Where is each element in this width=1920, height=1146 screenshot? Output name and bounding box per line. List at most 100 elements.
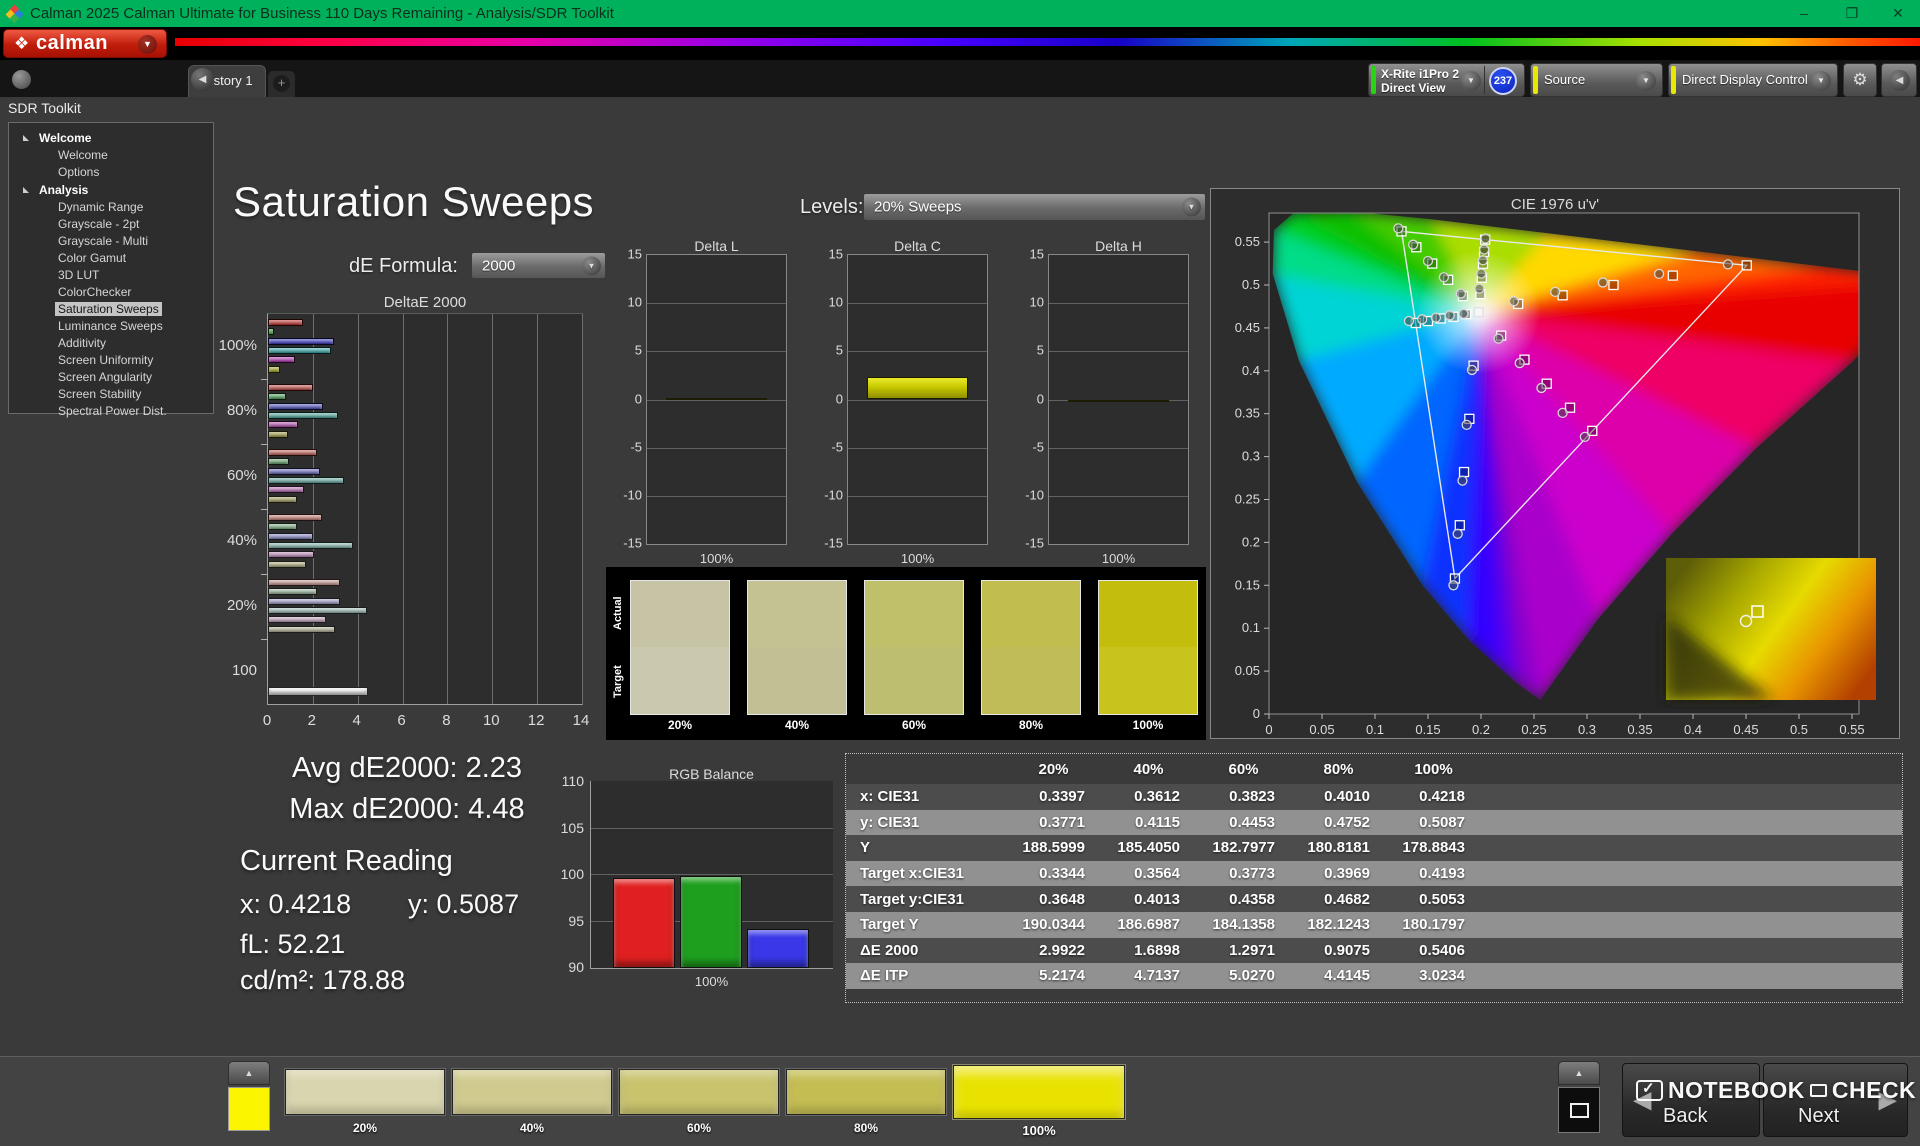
sidebar-title: SDR Toolkit — [8, 100, 81, 116]
back-label: Back — [1663, 1105, 1708, 1127]
measurement-marker — [1579, 431, 1591, 443]
chevron-down-icon: ▼ — [582, 256, 601, 275]
swatch-target-40% — [747, 647, 847, 715]
table-cell: 178.8843 — [1402, 839, 1465, 857]
title-bar: Calman 2025 Calman Ultimate for Business… — [0, 0, 1920, 27]
table-cell: 0.4453 — [1229, 813, 1275, 831]
tree-section-analysis[interactable]: Analysis — [9, 181, 213, 199]
sidebar-item-screen-stability[interactable]: Screen Stability — [9, 386, 213, 403]
sidebar-item-grayscale-multi[interactable]: Grayscale - Multi — [9, 233, 213, 250]
table-cell: 0.3397 — [1039, 788, 1085, 806]
swatch-label: 40% — [784, 718, 810, 732]
sidebar-item-screen-uniformity[interactable]: Screen Uniformity — [9, 352, 213, 369]
measurement-marker — [1536, 382, 1547, 394]
sidebar-item-welcome[interactable]: Welcome — [9, 147, 213, 164]
table-cell: 0.4358 — [1229, 890, 1275, 908]
svg-text:0: 0 — [1265, 722, 1272, 737]
maximize-button[interactable]: ❐ — [1832, 0, 1872, 27]
settings-button[interactable]: ⚙ — [1843, 63, 1877, 97]
pattern-tray-handle-left[interactable]: ▲ — [228, 1061, 270, 1085]
deltaE-bar — [268, 606, 367, 614]
display-control-selector[interactable]: Direct Display Control ▼ — [1668, 63, 1838, 97]
pattern-window-button[interactable] — [1558, 1087, 1600, 1133]
cie-title: CIE 1976 u'v' — [1510, 196, 1600, 213]
swatch-label: 80% — [1018, 718, 1044, 732]
pattern-button-40%[interactable]: 40% — [452, 1063, 612, 1141]
delta-l-chart: Delta L 15 10 5 0 -5 -10 -15 100% — [600, 238, 790, 570]
sidebar-item-options[interactable]: Options — [9, 164, 213, 181]
sidebar-item-saturation-sweeps[interactable]: Saturation Sweeps — [9, 301, 213, 318]
display-control-label: Direct Display Control — [1682, 72, 1808, 87]
deltaE-bar — [268, 449, 318, 456]
measurement-marker — [1466, 364, 1478, 376]
measurement-marker — [1550, 286, 1561, 298]
pattern-tray-handle-right[interactable]: ▲ — [1558, 1061, 1600, 1085]
table-row: ΔE 2000 2.9922 1.6898 1.2971 0.9075 0.5406 — [846, 937, 1902, 964]
table-cell: 0.9075 — [1324, 941, 1370, 959]
de-formula-dropdown[interactable]: 2000 ▼ — [471, 252, 606, 279]
sidebar-dot — [12, 70, 31, 89]
deltaE-bar — [268, 625, 336, 633]
deltaE-group-label: 60% — [226, 467, 257, 484]
table-cell: 186.6987 — [1117, 916, 1180, 934]
sidebar-item-colorchecker[interactable]: ColorChecker — [9, 284, 213, 301]
add-tab-button[interactable]: + — [268, 71, 295, 97]
pattern-label: 100% — [1022, 1123, 1056, 1138]
swatch-target-60% — [864, 647, 964, 715]
rgb-bar-blue — [747, 928, 809, 968]
swatch-row-label-target: Target — [612, 665, 624, 699]
sidebar-item-luminance-sweeps[interactable]: Luminance Sweeps — [9, 318, 213, 335]
svg-text:0.35: 0.35 — [1235, 406, 1260, 421]
svg-text:0.4: 0.4 — [1684, 722, 1702, 737]
minimize-button[interactable]: – — [1784, 0, 1824, 27]
table-cell: 1.6898 — [1134, 941, 1180, 959]
sidebar-item-color-gamut[interactable]: Color Gamut — [9, 250, 213, 267]
sidebar-item-3d-lut[interactable]: 3D LUT — [9, 267, 213, 284]
svg-text:0.2: 0.2 — [1472, 722, 1490, 737]
sidebar-item-screen-angularity[interactable]: Screen Angularity — [9, 369, 213, 386]
levels-dropdown[interactable]: 20% Sweeps ▼ — [863, 193, 1206, 221]
source-selector[interactable]: Source ▼ — [1530, 63, 1663, 97]
watermark-text: CHECK — [1831, 1076, 1917, 1103]
sidebar-item-additivity[interactable]: Additivity — [9, 335, 213, 352]
sidebar-item-grayscale-2pt[interactable]: Grayscale - 2pt — [9, 216, 213, 233]
collapse-panel-button[interactable]: ◀ — [1881, 63, 1917, 97]
close-button[interactable]: ✕ — [1878, 0, 1918, 27]
table-cell: 0.4682 — [1324, 890, 1370, 908]
calman-diamond-icon — [5, 4, 24, 24]
table-body: x: CIE31 0.3397 0.3612 0.3823 0.4010 0.4218 y:… — [846, 784, 1902, 989]
svg-text:0.15: 0.15 — [1415, 722, 1440, 737]
levels-label: Levels: — [800, 196, 864, 218]
swatch-panel: Actual Target 20% 40% 60% 80% 100% — [606, 567, 1206, 740]
meter-selector[interactable]: X-Rite i1Pro 2 Direct View ▼ 237 — [1368, 63, 1525, 97]
swatch-label: 20% — [667, 718, 693, 732]
measurement-marker — [1403, 315, 1415, 327]
meter-name: X-Rite i1Pro 2 — [1381, 67, 1460, 81]
sidebar-item-spectral-power-dist-[interactable]: Spectral Power Dist. — [9, 403, 213, 420]
table-cell: 3.0234 — [1419, 967, 1465, 985]
pattern-button-100%[interactable]: 100% — [953, 1063, 1125, 1141]
rgb-bar-green — [680, 875, 742, 968]
deltaE-plot — [261, 313, 583, 705]
measurement-marker — [1597, 277, 1609, 288]
next-label: Next — [1798, 1105, 1840, 1127]
pattern-label: 20% — [352, 1121, 378, 1135]
pattern-button-80%[interactable]: 80% — [786, 1063, 946, 1141]
target-marker — [1667, 270, 1679, 281]
tree-section-welcome[interactable]: Welcome — [9, 129, 213, 147]
deltaE-bar — [268, 458, 290, 466]
calman-menu-button[interactable]: ❖ calman ▼ — [3, 29, 167, 58]
deltaC-bar — [867, 377, 968, 400]
deltaE-bar — [268, 319, 303, 326]
sidebar-collapse-button[interactable]: ◀ — [191, 68, 214, 91]
table-cell: 190.0344 — [1022, 916, 1085, 934]
sidebar-item-dynamic-range[interactable]: Dynamic Range — [9, 199, 213, 216]
pattern-button-20%[interactable]: 20% — [285, 1063, 445, 1141]
swatch-actual-40% — [747, 580, 847, 647]
rainbow-strip — [175, 38, 1920, 46]
svg-text:0.3: 0.3 — [1242, 449, 1260, 464]
deltaL-bar — [666, 397, 767, 400]
table-row: Target y:CIE31 0.3648 0.4013 0.4358 0.4682 0.… — [846, 886, 1902, 912]
pattern-button-60%[interactable]: 60% — [619, 1063, 779, 1141]
deltaE-bar — [268, 356, 295, 364]
